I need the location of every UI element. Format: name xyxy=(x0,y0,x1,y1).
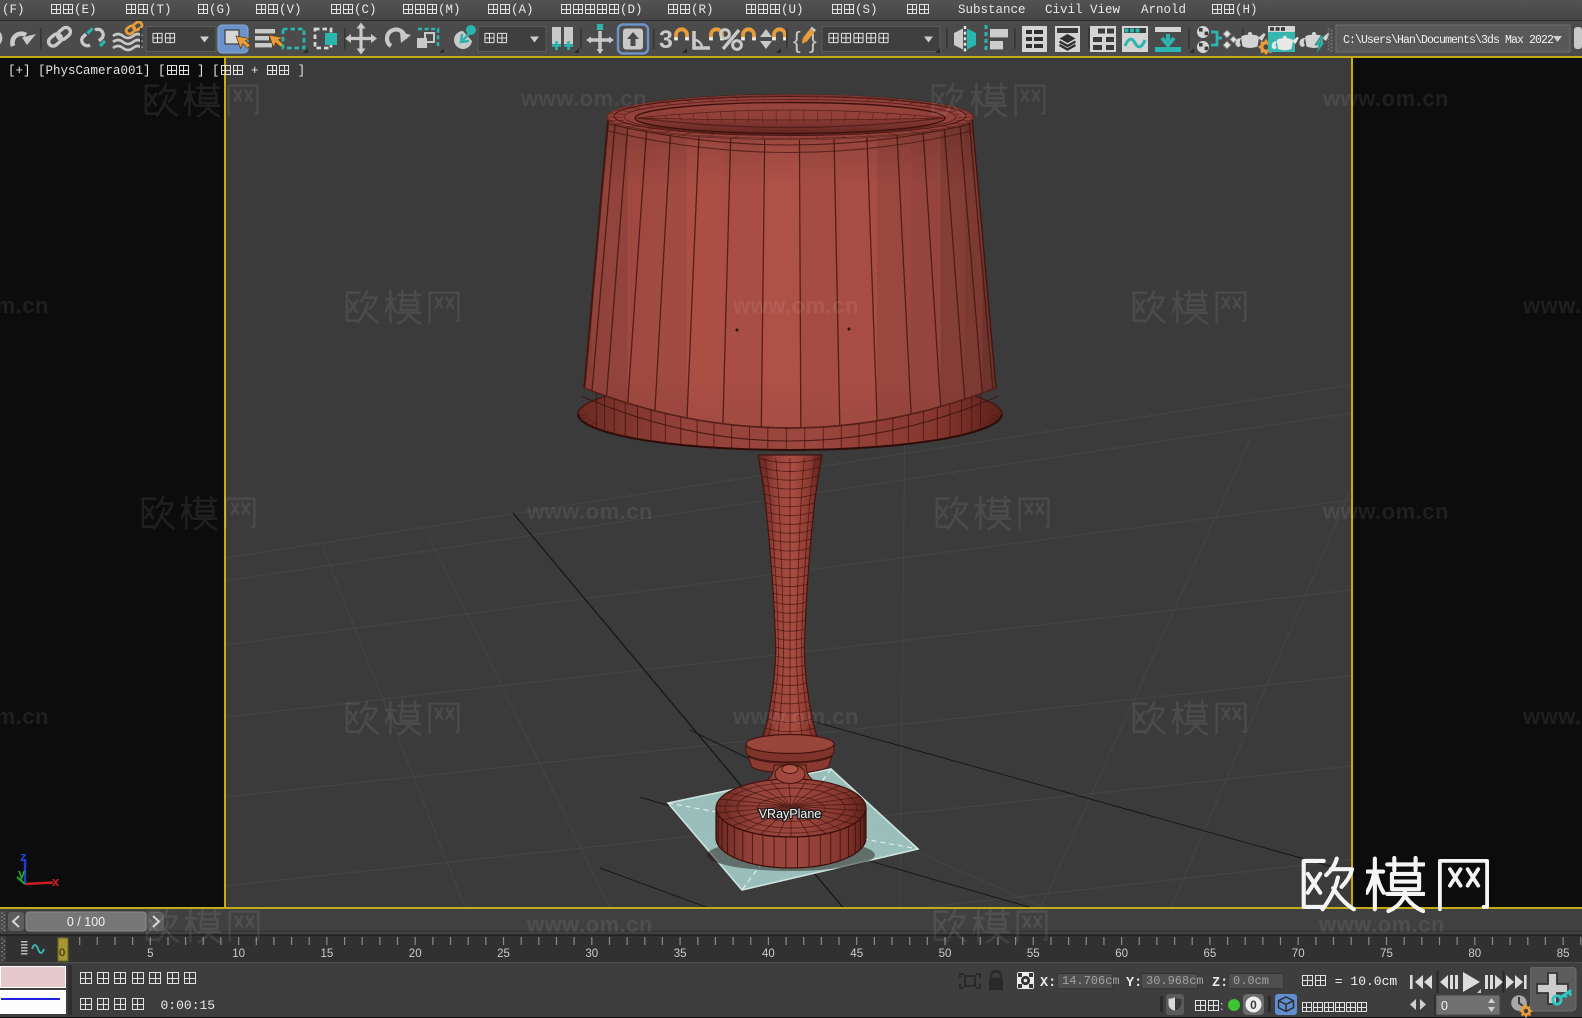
svg-text:VRayPlane: VRayPlane xyxy=(759,807,822,821)
svg-text:y: y xyxy=(18,866,26,881)
svg-text:X:: X: xyxy=(1040,976,1056,991)
svg-text:C:\Users\Han\Documents\3ds Max: C:\Users\Han\Documents\3ds Max 2022 xyxy=(1343,34,1554,47)
svg-text:70: 70 xyxy=(1292,948,1305,960)
svg-text:40: 40 xyxy=(762,948,775,960)
svg-text:0 / 100: 0 / 100 xyxy=(67,915,105,929)
svg-text:3: 3 xyxy=(659,26,673,54)
svg-text:80: 80 xyxy=(1468,948,1481,960)
svg-text:30: 30 xyxy=(585,948,598,960)
svg-text:20: 20 xyxy=(409,948,422,960)
svg-text:5: 5 xyxy=(147,948,153,960)
svg-text:0: 0 xyxy=(1441,999,1448,1013)
svg-text:{: { xyxy=(793,27,801,53)
svg-text:60: 60 xyxy=(1115,948,1128,960)
svg-text:55: 55 xyxy=(1027,948,1040,960)
svg-text:0: 0 xyxy=(59,947,65,959)
svg-text:Y:: Y: xyxy=(1126,976,1142,991)
svg-text:50: 50 xyxy=(939,948,952,960)
svg-text:z: z xyxy=(20,849,27,864)
svg-text:45: 45 xyxy=(850,948,863,960)
svg-text:0: 0 xyxy=(1250,998,1257,1012)
svg-text:Z:: Z: xyxy=(1212,976,1228,991)
svg-text:75: 75 xyxy=(1380,948,1393,960)
svg-text:35: 35 xyxy=(674,948,687,960)
svg-text:85: 85 xyxy=(1557,948,1570,960)
svg-text:x: x xyxy=(52,874,60,889)
svg-text:25: 25 xyxy=(497,948,510,960)
svg-text:15: 15 xyxy=(321,948,334,960)
svg-text:10: 10 xyxy=(232,948,245,960)
svg-text:65: 65 xyxy=(1204,948,1217,960)
